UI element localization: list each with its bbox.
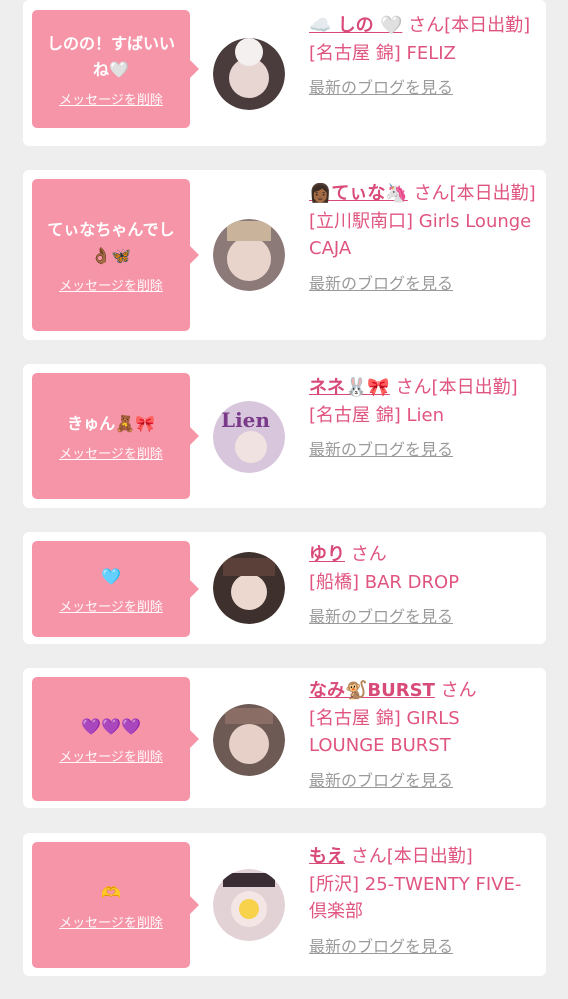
message-bubble: きゅん🧸🎀 メッセージを削除: [32, 373, 199, 499]
cast-name-link[interactable]: なみ🐒BURST: [309, 680, 435, 701]
cast-name-link[interactable]: ネネ🐰🎀: [309, 377, 390, 398]
delete-message-link[interactable]: メッセージを削除: [59, 596, 163, 615]
entry-info: なみ🐒BURST さん [名古屋 錦] GIRLS LOUNGE BURST 最…: [309, 677, 537, 792]
avatar[interactable]: [213, 552, 285, 624]
shop-name: [船橋] BAR DROP: [309, 571, 460, 593]
delete-message-link[interactable]: メッセージを削除: [59, 89, 163, 108]
latest-blog-link[interactable]: 最新のブログを見る: [309, 606, 537, 628]
delete-message-link[interactable]: メッセージを削除: [59, 443, 163, 462]
message-text: 🫶: [101, 882, 121, 902]
latest-blog-link[interactable]: 最新のブログを見る: [309, 770, 537, 792]
entry-info: ネネ🐰🎀 さん[本日出勤] [名古屋 錦] Lien 最新のブログを見る: [309, 374, 537, 461]
message-card: 🫶 メッセージを削除 もえ さん[本日出勤] [所沢] 25-TWENTY FI…: [23, 833, 546, 976]
shop-name: [名古屋 錦] Lien: [309, 404, 444, 426]
cast-name-link[interactable]: ゆり: [309, 544, 345, 565]
cast-name-link[interactable]: 👩🏾てぃな🦄: [309, 183, 408, 204]
message-bubble: 💜💜💜 メッセージを削除: [32, 677, 199, 801]
avatar[interactable]: [213, 38, 285, 110]
avatar[interactable]: [213, 219, 285, 291]
latest-blog-link[interactable]: 最新のブログを見る: [309, 439, 537, 461]
message-bubble: しのの！すばいいね🤍 メッセージを削除: [32, 10, 199, 128]
entry-info: ☁️ しの 🤍 さん[本日出勤] [名古屋 錦] FELIZ 最新のブログを見る: [309, 12, 537, 99]
shop-name: [立川駅南口] Girls Lounge CAJA: [309, 210, 532, 260]
entry-info: もえ さん[本日出勤] [所沢] 25-TWENTY FIVE-倶楽部 最新のブ…: [309, 843, 537, 958]
latest-blog-link[interactable]: 最新のブログを見る: [309, 77, 537, 99]
honorific: さん: [350, 544, 387, 565]
message-card: きゅん🧸🎀 メッセージを削除 Lien ネネ🐰🎀 さん[本日出勤] [名古屋 錦…: [23, 364, 546, 508]
shop-name: [名古屋 錦] GIRLS LOUNGE BURST: [309, 707, 460, 757]
honorific: さん[本日出勤]: [350, 846, 473, 867]
cast-name-link[interactable]: もえ: [309, 846, 345, 867]
shop-name: [所沢] 25-TWENTY FIVE-倶楽部: [309, 873, 522, 923]
honorific: さん[本日出勤]: [395, 377, 518, 398]
message-card: 🩵 メッセージを削除 ゆり さん [船橋] BAR DROP 最新のブログを見る: [23, 532, 546, 644]
message-card: てぃなちゃんでし👌🏾🦋 メッセージを削除 👩🏾てぃな🦄 さん[本日出勤] [立川…: [23, 170, 546, 340]
message-card: 💜💜💜 メッセージを削除 なみ🐒BURST さん [名古屋 錦] GIRLS L…: [23, 668, 546, 808]
honorific: さん[本日出勤]: [408, 15, 531, 36]
message-text: きゅん🧸🎀: [67, 413, 155, 433]
message-card: しのの！すばいいね🤍 メッセージを削除 ☁️ しの 🤍 さん[本日出勤] [名古…: [23, 0, 546, 146]
delete-message-link[interactable]: メッセージを削除: [59, 746, 163, 765]
message-bubble: 🫶 メッセージを削除: [32, 842, 199, 968]
latest-blog-link[interactable]: 最新のブログを見る: [309, 936, 537, 958]
svg-text:Lien: Lien: [221, 408, 270, 432]
avatar[interactable]: Lien: [213, 401, 285, 473]
message-text: 🩵: [101, 566, 121, 586]
entry-info: ゆり さん [船橋] BAR DROP 最新のブログを見る: [309, 541, 537, 628]
message-text: 💜💜💜: [81, 716, 141, 736]
honorific: さん[本日出勤]: [413, 183, 536, 204]
shop-name: [名古屋 錦] FELIZ: [309, 42, 456, 64]
delete-message-link[interactable]: メッセージを削除: [59, 275, 163, 294]
honorific: さん: [440, 680, 477, 701]
message-bubble: てぃなちゃんでし👌🏾🦋 メッセージを削除: [32, 179, 199, 331]
message-text: てぃなちゃんでし👌🏾🦋: [47, 219, 175, 265]
message-text: しのの！すばいいね🤍: [46, 33, 175, 79]
delete-message-link[interactable]: メッセージを削除: [59, 912, 163, 931]
entry-info: 👩🏾てぃな🦄 さん[本日出勤] [立川駅南口] Girls Lounge CAJ…: [309, 180, 537, 295]
avatar[interactable]: [213, 869, 285, 941]
latest-blog-link[interactable]: 最新のブログを見る: [309, 273, 537, 295]
message-bubble: 🩵 メッセージを削除: [32, 541, 199, 637]
avatar[interactable]: [213, 704, 285, 776]
cast-name-link[interactable]: ☁️ しの 🤍: [309, 15, 402, 36]
